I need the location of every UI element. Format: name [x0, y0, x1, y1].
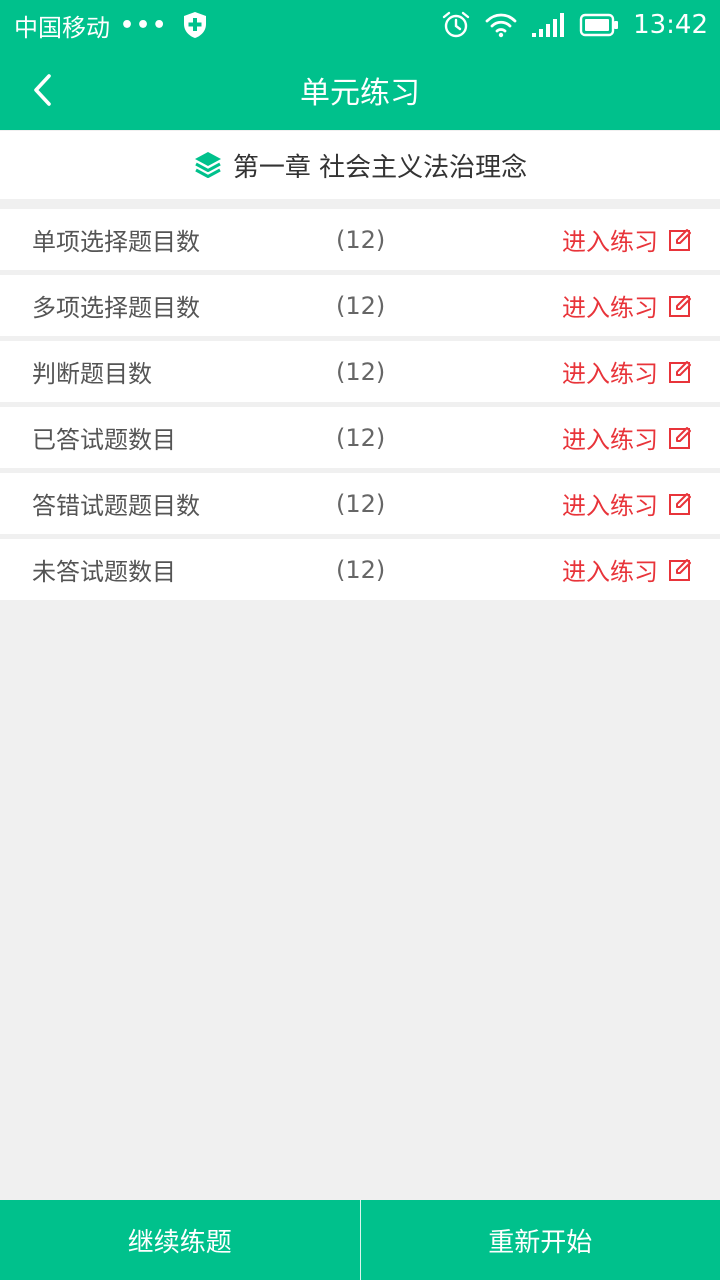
list-item: 多项选择题目数 (12) 进入练习 — [0, 275, 720, 336]
edit-icon — [668, 558, 692, 582]
enter-practice-button[interactable]: 进入练习 — [562, 552, 692, 587]
edit-icon — [668, 360, 692, 384]
list-item: 答错试题题目数 (12) 进入练习 — [0, 473, 720, 534]
enter-practice-button[interactable]: 进入练习 — [562, 420, 692, 455]
edit-icon — [668, 228, 692, 252]
list-item: 未答试题数目 (12) 进入练习 — [0, 539, 720, 600]
list-item: 单项选择题目数 (12) 进入练习 — [0, 209, 720, 270]
alarm-icon — [441, 10, 471, 40]
enter-practice-label: 进入练习 — [562, 294, 658, 322]
enter-practice-label: 进入练习 — [562, 558, 658, 586]
enter-practice-button[interactable]: 进入练习 — [562, 486, 692, 521]
edit-icon — [668, 294, 692, 318]
page-title: 单元练习 — [300, 76, 420, 111]
carrier-name: 中国移动 — [14, 13, 110, 42]
more-dots: ••• — [120, 12, 169, 38]
layers-icon — [193, 150, 223, 180]
enter-practice-button[interactable]: 进入练习 — [562, 288, 692, 323]
chapter-title: 第一章 社会主义法治理念 — [232, 152, 528, 183]
enter-practice-button[interactable]: 进入练习 — [562, 354, 692, 389]
chevron-left-icon — [30, 72, 54, 108]
back-button[interactable] — [22, 70, 62, 110]
row-count: (12) — [336, 423, 386, 452]
enter-practice-label: 进入练习 — [562, 228, 658, 256]
row-label: 判断题目数 — [32, 360, 152, 388]
enter-practice-button[interactable]: 进入练习 — [562, 222, 692, 257]
status-bar: 中国移动 ••• 13:42 — [0, 0, 720, 50]
row-count: (12) — [336, 357, 386, 386]
row-count: (12) — [336, 555, 386, 584]
nav-bar: 单元练习 — [0, 50, 720, 130]
signal-icon — [531, 12, 565, 38]
list-item: 判断题目数 (12) 进入练习 — [0, 341, 720, 402]
wifi-icon — [485, 12, 517, 38]
enter-practice-label: 进入练习 — [562, 360, 658, 388]
shield-plus-icon — [182, 11, 208, 39]
question-stats-list: 单项选择题目数 (12) 进入练习 多项选择题目数 (12) 进入练习 判断题目… — [0, 209, 720, 605]
row-label: 多项选择题目数 — [32, 294, 200, 322]
status-time: 13:42 — [633, 10, 708, 40]
edit-icon — [668, 426, 692, 450]
enter-practice-label: 进入练习 — [562, 426, 658, 454]
edit-icon — [668, 492, 692, 516]
row-label: 单项选择题目数 — [32, 228, 200, 256]
row-label: 已答试题数目 — [32, 426, 176, 454]
bottom-action-bar: 继续练题 重新开始 — [0, 1200, 720, 1280]
row-label: 未答试题数目 — [32, 558, 176, 586]
row-count: (12) — [336, 291, 386, 320]
battery-icon — [579, 13, 619, 37]
list-item: 已答试题数目 (12) 进入练习 — [0, 407, 720, 468]
chapter-header: 第一章 社会主义法治理念 — [0, 131, 720, 199]
row-count: (12) — [336, 489, 386, 518]
status-bar-left: 中国移动 ••• — [14, 8, 208, 43]
status-bar-right: 13:42 — [441, 10, 708, 40]
bottom-divider — [359, 1200, 361, 1280]
row-label: 答错试题题目数 — [32, 492, 200, 520]
continue-practice-button[interactable]: 继续练题 — [0, 1200, 360, 1280]
restart-button[interactable]: 重新开始 — [361, 1200, 720, 1280]
enter-practice-label: 进入练习 — [562, 492, 658, 520]
row-count: (12) — [336, 225, 386, 254]
